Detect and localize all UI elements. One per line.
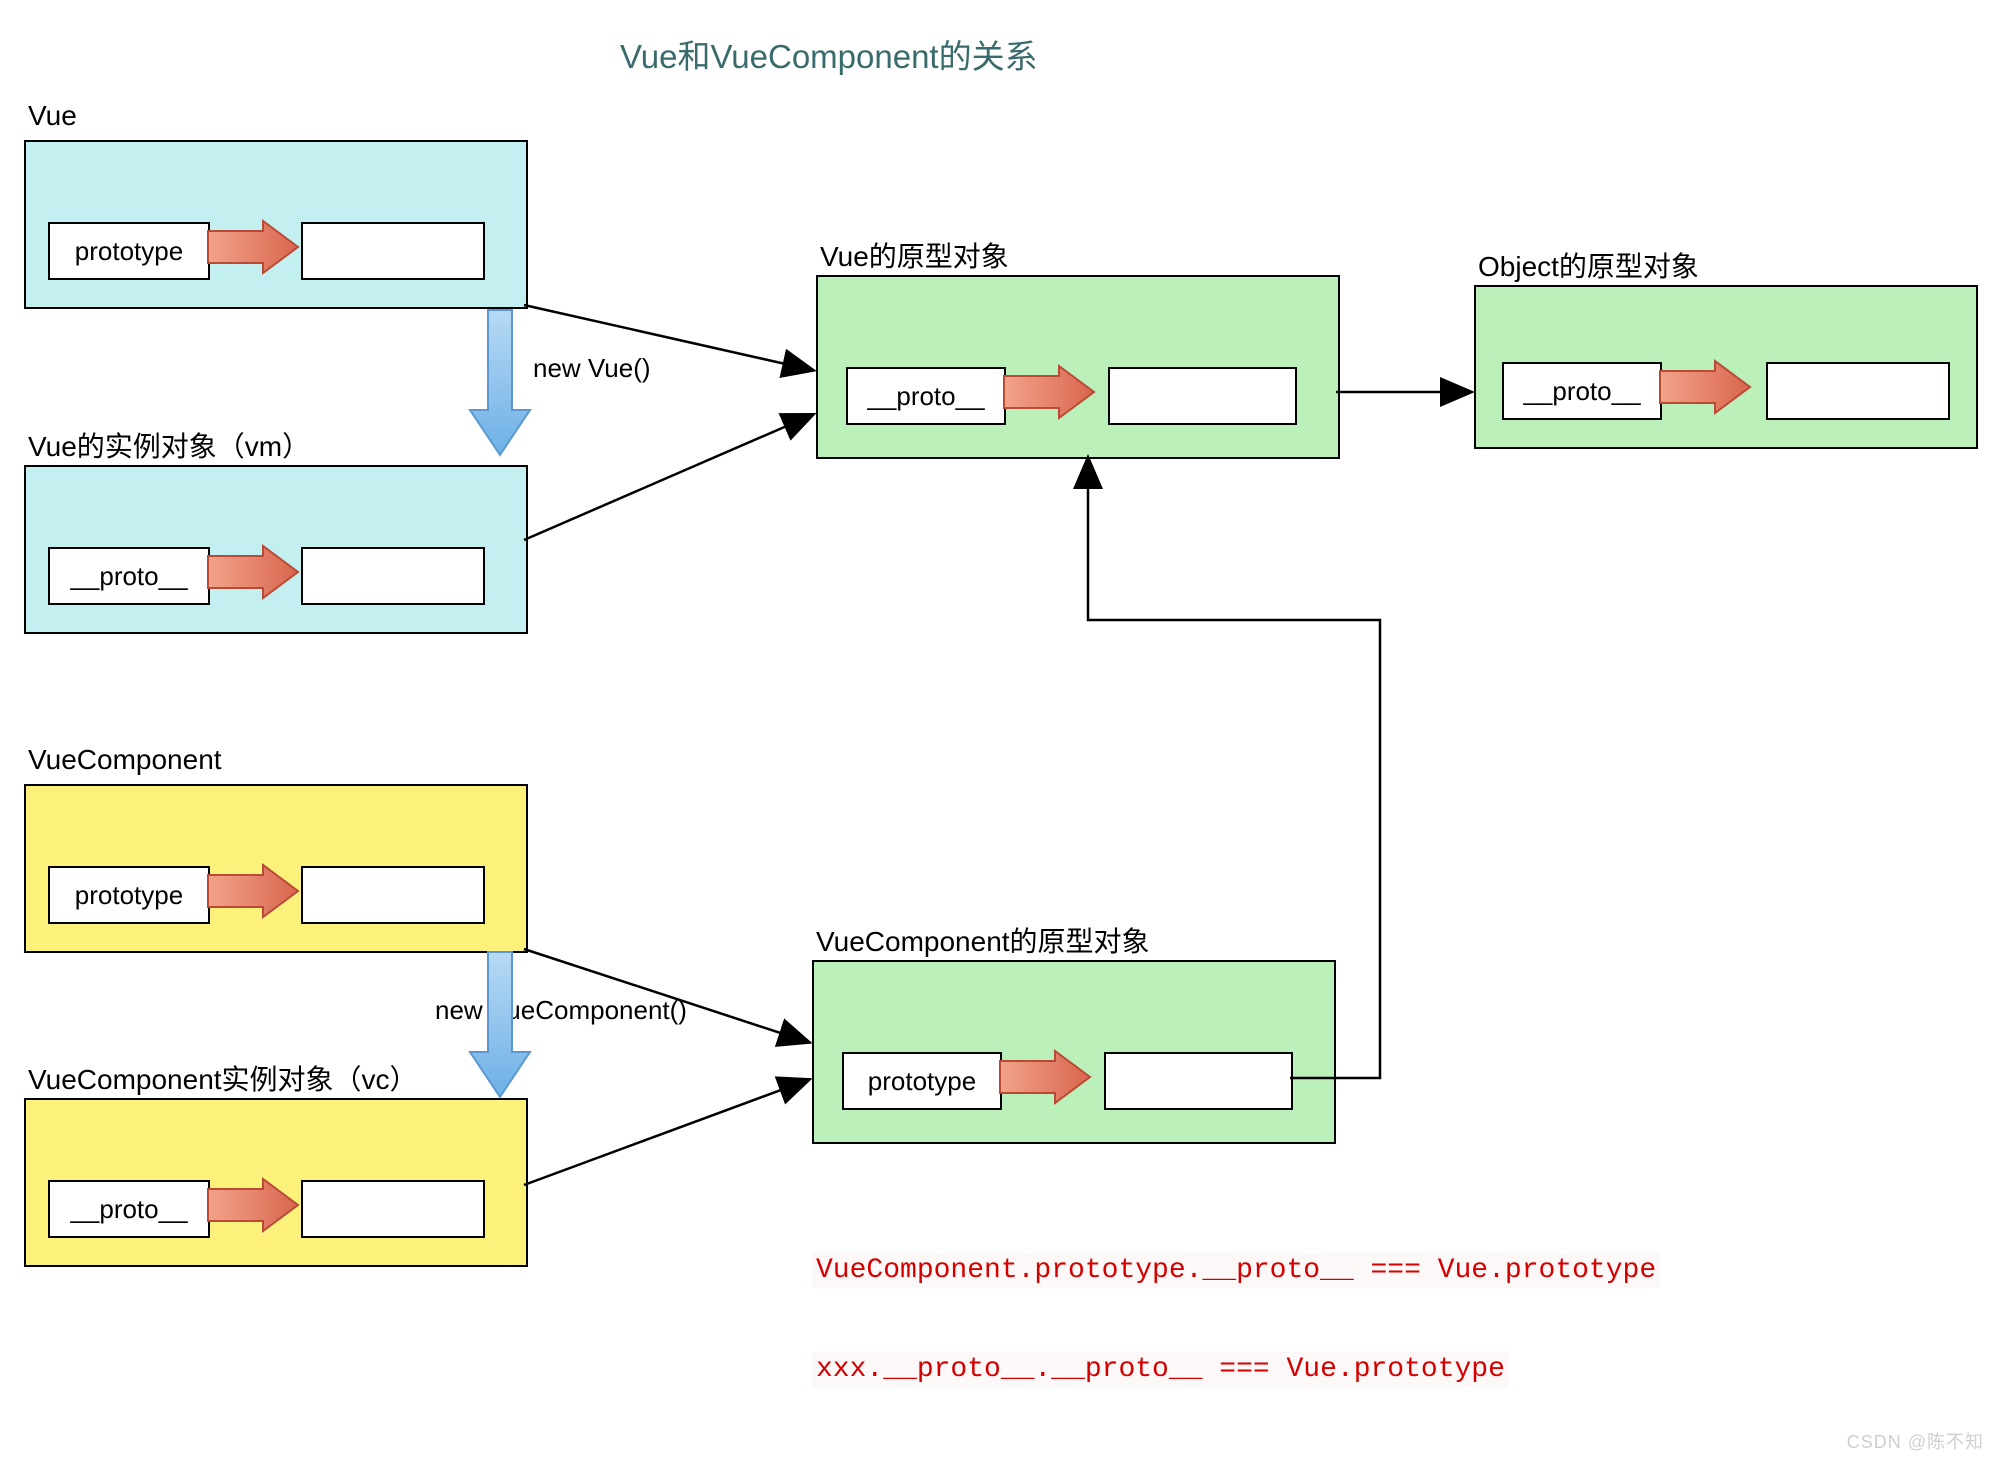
vc-prototype-box: prototype — [812, 960, 1336, 1144]
vue-prototype-box: __proto__ — [816, 275, 1340, 459]
watermark-text: CSDN @陈不知 — [1847, 1428, 1984, 1454]
vuecomponent-prototype-field: prototype — [48, 866, 210, 924]
object-prototype-box: __proto__ — [1474, 285, 1978, 449]
vue-box-label: Vue — [28, 100, 77, 132]
new-vc-label: new VueComponent() — [435, 995, 687, 1026]
vue-box: prototype — [24, 140, 528, 309]
vc-prototype-label: VueComponent的原型对象 — [816, 920, 1150, 960]
object-prototype-proto-field: __proto__ — [1502, 362, 1662, 420]
object-prototype-label: Object的原型对象 — [1478, 245, 1699, 285]
vue-instance-proto-field: __proto__ — [48, 547, 210, 605]
new-vue-label: new Vue() — [533, 353, 651, 384]
vc-instance-proto-field: __proto__ — [48, 1180, 210, 1238]
vuecomponent-label: VueComponent — [28, 744, 222, 776]
diagram-canvas: Vue和VueComponent的关系 Vue prototype Vue的实例… — [0, 0, 1994, 1460]
vuecomponent-prototype-slot — [301, 866, 485, 924]
object-prototype-proto-slot — [1766, 362, 1950, 420]
vc-instance-box: __proto__ — [24, 1098, 528, 1267]
vc-instance-label: VueComponent实例对象（vc） — [28, 1058, 418, 1098]
code-line-2: xxx.__proto__.__proto__ === Vue.prototyp… — [812, 1352, 1509, 1387]
vc-prototype-inner-field: prototype — [842, 1052, 1002, 1110]
vc-prototype-inner-slot — [1104, 1052, 1293, 1110]
vuecomponent-box: prototype — [24, 784, 528, 953]
vue-prototype-field: prototype — [48, 222, 210, 280]
vue-prototype-proto-field: __proto__ — [846, 367, 1006, 425]
vue-instance-proto-slot — [301, 547, 485, 605]
vc-instance-proto-slot — [301, 1180, 485, 1238]
vue-prototype-proto-slot — [1108, 367, 1297, 425]
blue-down-arrow-icon — [470, 310, 530, 455]
code-line-1: VueComponent.prototype.__proto__ === Vue… — [812, 1253, 1660, 1288]
vue-prototype-label: Vue的原型对象 — [820, 235, 1009, 275]
diagram-title: Vue和VueComponent的关系 — [620, 30, 1038, 78]
vue-instance-label: Vue的实例对象（vm） — [28, 425, 310, 465]
vue-prototype-slot — [301, 222, 485, 280]
vue-instance-box: __proto__ — [24, 465, 528, 634]
